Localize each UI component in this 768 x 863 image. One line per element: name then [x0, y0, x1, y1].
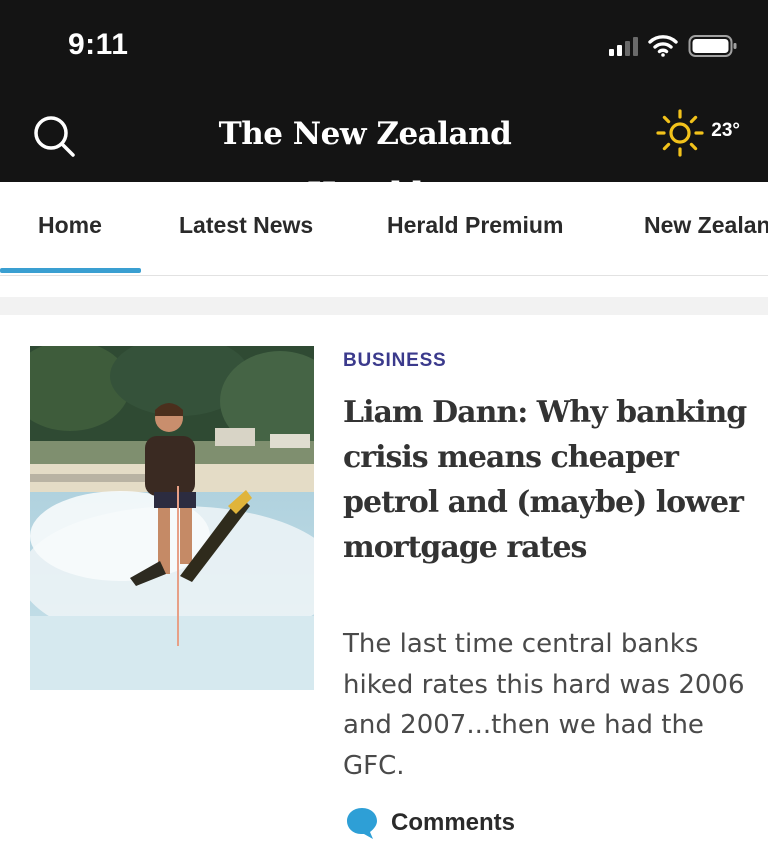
active-tab-indicator	[0, 268, 141, 273]
article-section-label[interactable]: BUSINESS	[343, 350, 447, 372]
article-thumbnail[interactable]	[30, 346, 314, 690]
comments-button[interactable]: Comments	[345, 806, 515, 840]
app-header: 9:11 The New Zealand Herald	[0, 0, 768, 212]
speech-bubble-icon	[347, 808, 377, 839]
section-tabs: Home Latest News Herald Premium New Zeal…	[0, 182, 768, 276]
tab-herald-premium[interactable]: Herald Premium	[387, 212, 563, 239]
wifi-icon	[648, 35, 678, 57]
comments-label: Comments	[391, 809, 516, 836]
status-time: 9:11	[68, 28, 129, 61]
article-summary: The last time central banks hiked rates …	[343, 629, 745, 781]
weather-widget[interactable]: 23°	[655, 108, 740, 158]
tab-new-zealand[interactable]: New Zealand	[644, 212, 768, 239]
masthead-logo[interactable]: The New Zealand Herald	[180, 104, 550, 212]
sun-icon	[656, 109, 704, 157]
battery-icon	[688, 35, 737, 57]
water-skier-image	[30, 346, 314, 690]
search-button[interactable]	[30, 112, 78, 160]
tab-latest-news[interactable]: Latest News	[179, 212, 313, 239]
weather-temperature: 23°	[711, 120, 740, 141]
tab-home[interactable]: Home	[38, 212, 102, 239]
status-icons	[609, 32, 738, 60]
section-divider	[0, 297, 768, 315]
search-icon	[34, 116, 75, 157]
article-headline[interactable]: Liam Dann: Why banking crisis means chea…	[343, 390, 753, 570]
cellular-signal-icon	[609, 36, 638, 56]
